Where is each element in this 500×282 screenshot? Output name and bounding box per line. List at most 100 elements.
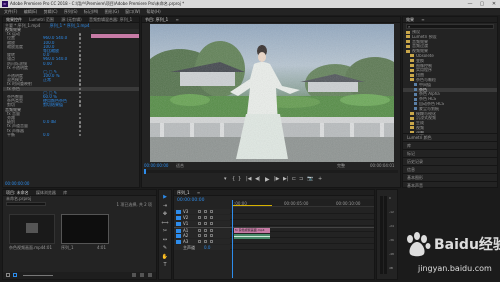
reset-parameter-icon[interactable] — [79, 79, 82, 82]
timeline-timecode[interactable]: 00:00:00:00 — [177, 198, 204, 203]
menu-sequence[interactable]: 序列(S) — [64, 9, 78, 14]
reset-parameter-icon[interactable] — [79, 87, 82, 91]
menu-help[interactable]: 帮助(H) — [147, 9, 161, 14]
menu-edit[interactable]: 编辑(E) — [24, 9, 38, 14]
reset-parameter-icon[interactable] — [79, 133, 82, 137]
eye-icon[interactable] — [210, 222, 213, 225]
master-volume-value[interactable]: 0.0 — [204, 245, 210, 250]
hand-tool-icon[interactable]: ✋ — [159, 253, 171, 262]
type-tool-icon[interactable]: T — [159, 261, 171, 270]
minimize-button[interactable]: — — [464, 0, 476, 8]
menu-file[interactable]: 文件(F) — [4, 9, 17, 14]
lift-icon[interactable]: ⊏ — [292, 176, 296, 182]
timeline-track[interactable]: V3 — [174, 209, 374, 214]
lock-icon[interactable] — [198, 216, 201, 219]
reset-parameter-icon[interactable] — [79, 33, 82, 36]
timeline-track[interactable]: 主声道 0.0 — [174, 245, 374, 250]
tab-audio-mixer[interactable]: 音频剪辑混合器: 序列_1 — [89, 17, 132, 22]
track-target-toggle[interactable] — [176, 215, 181, 220]
reset-parameter-icon[interactable] — [79, 104, 82, 107]
eye-icon[interactable] — [210, 216, 213, 219]
lock-icon[interactable] — [198, 240, 201, 243]
program-resolution-select[interactable]: 完整 — [337, 163, 345, 168]
audio-clip[interactable] — [234, 234, 270, 239]
mute-icon[interactable] — [204, 240, 207, 243]
work-area-bar[interactable] — [232, 204, 272, 206]
timeline-track[interactable]: A1 — [174, 227, 374, 233]
tab-media-browser[interactable]: 媒体浏览器 — [36, 190, 56, 195]
video-clip[interactable]: fx 杂色视频画面.mp4 — [234, 228, 270, 233]
reset-parameter-icon[interactable] — [79, 75, 82, 78]
collapsed-panel-item[interactable]: 历史记录 — [403, 157, 497, 165]
collapsed-panel-item[interactable]: Lumetri 颜色 — [403, 133, 497, 141]
list-view-icon[interactable] — [6, 273, 10, 277]
lock-icon[interactable] — [198, 222, 201, 225]
solo-icon[interactable] — [210, 229, 213, 232]
sync-icon[interactable] — [204, 222, 207, 225]
lock-icon[interactable] — [198, 229, 201, 232]
reset-parameter-icon[interactable] — [79, 41, 82, 44]
reset-parameter-icon[interactable] — [79, 54, 82, 57]
effects-search-input[interactable]: ⌕ — [406, 24, 494, 29]
track-select-tool-icon[interactable]: ⇥ — [159, 202, 171, 211]
collapsed-panel-item[interactable]: 库 — [403, 141, 497, 149]
tab-sequence[interactable]: 序列_1 — [177, 190, 190, 195]
tab-program[interactable]: 节目: 序列_1 — [145, 17, 169, 22]
ec-mini-clip[interactable] — [91, 34, 139, 38]
tab-libraries[interactable]: 库 — [63, 190, 67, 195]
new-item-icon[interactable] — [140, 273, 144, 277]
razor-tool-icon[interactable]: ✂ — [159, 227, 171, 236]
collapsed-panel-item[interactable]: 信息 — [403, 165, 497, 173]
reset-parameter-icon[interactable] — [79, 96, 82, 99]
extract-icon[interactable]: ⊐ — [299, 176, 303, 182]
track-target-toggle[interactable] — [176, 233, 181, 238]
trash-icon[interactable] — [148, 273, 152, 277]
lock-icon[interactable] — [198, 234, 201, 237]
step-forward-icon[interactable]: |▶ — [274, 176, 280, 182]
video-frame[interactable] — [150, 24, 394, 162]
new-bin-icon[interactable] — [132, 273, 136, 277]
maximize-button[interactable]: ▢ — [476, 0, 488, 8]
program-timecode-current[interactable]: 00:00:00:00 — [144, 163, 168, 168]
effect-property-row[interactable]: 平衡 0.0 — [3, 133, 139, 137]
reset-parameter-icon[interactable] — [79, 62, 82, 65]
track-target-toggle[interactable] — [176, 221, 181, 226]
effect-controls-timecode[interactable]: 00:00:00:00 — [5, 181, 29, 186]
eye-icon[interactable] — [210, 210, 213, 213]
menu-clip[interactable]: 剪辑(C) — [44, 9, 58, 14]
program-scrub-bar[interactable] — [144, 169, 398, 174]
timeline-playhead[interactable] — [232, 200, 233, 278]
reset-parameter-icon[interactable] — [79, 100, 82, 103]
ripple-edit-tool-icon[interactable]: ✥ — [159, 210, 171, 219]
timeline-menu-icon[interactable]: ≡ — [197, 190, 200, 195]
ec-mini-ruler[interactable] — [91, 29, 139, 33]
timeline-track[interactable]: A2 — [174, 233, 374, 238]
reset-parameter-icon[interactable] — [79, 125, 82, 128]
tab-effects[interactable]: 效果 — [406, 17, 414, 22]
project-item-video[interactable] — [9, 214, 55, 244]
reset-parameter-icon[interactable] — [79, 45, 82, 49]
reset-parameter-icon[interactable] — [79, 49, 82, 53]
timeline-track[interactable]: A3 — [174, 239, 374, 244]
reset-parameter-icon[interactable] — [79, 91, 82, 95]
track-target-toggle[interactable] — [176, 228, 181, 233]
timeline-track[interactable]: V2 — [174, 215, 374, 220]
mute-icon[interactable] — [204, 229, 207, 232]
tab-lumetri-scopes[interactable]: Lumetri 范围 — [29, 17, 54, 22]
project-search-input[interactable] — [6, 202, 46, 206]
go-to-in-icon[interactable]: |◀ — [246, 176, 252, 182]
sync-icon[interactable] — [204, 216, 207, 219]
reset-parameter-icon[interactable] — [79, 116, 82, 120]
tab-source[interactable]: 源:(无剪辑) — [61, 17, 81, 22]
reset-parameter-icon[interactable] — [79, 37, 82, 40]
export-frame-icon[interactable]: 📷 — [307, 176, 313, 182]
collapsed-panel-item[interactable]: 标记 — [403, 149, 497, 157]
step-back-icon[interactable]: ◀| — [255, 176, 261, 182]
reset-parameter-icon[interactable] — [79, 112, 82, 116]
reset-parameter-icon[interactable] — [79, 66, 82, 70]
program-menu-icon[interactable]: ≡ — [175, 17, 178, 22]
solo-icon[interactable] — [210, 234, 213, 237]
close-window-button[interactable]: ✕ — [488, 0, 500, 8]
reset-parameter-icon[interactable] — [79, 70, 82, 74]
lock-icon[interactable] — [198, 210, 201, 213]
